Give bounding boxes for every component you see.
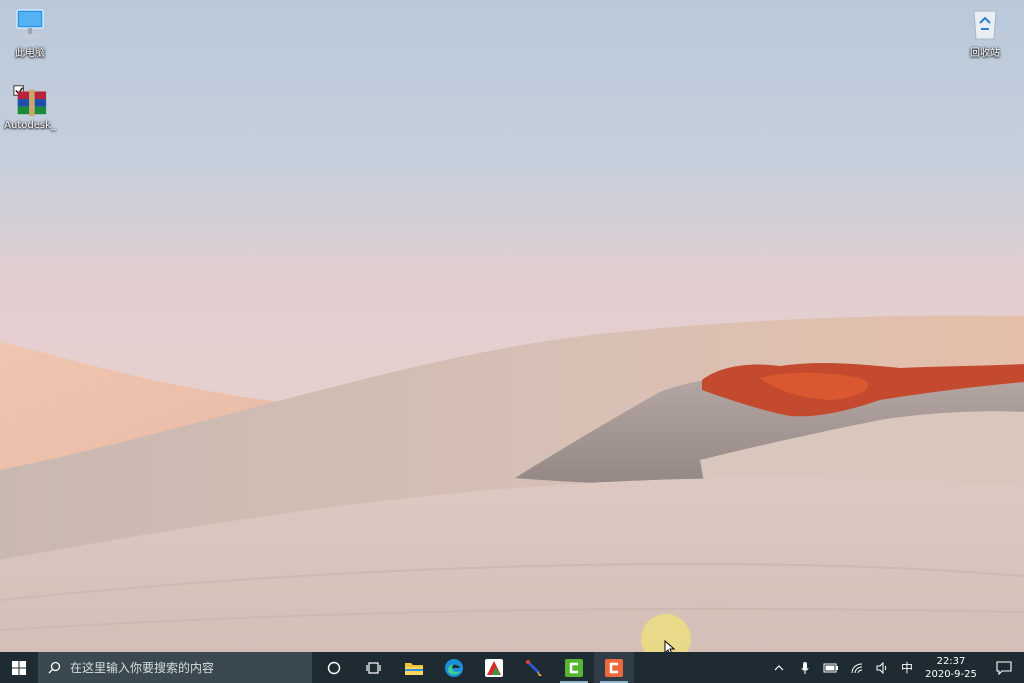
app-icon	[485, 658, 503, 677]
task-view-button[interactable]	[354, 652, 394, 683]
tray-microphone-button[interactable]	[792, 652, 818, 683]
edge-icon	[445, 658, 463, 677]
taskbar-app-camtasia-orange[interactable]	[594, 652, 634, 683]
task-view-icon	[366, 661, 381, 674]
clock-time: 22:37	[936, 655, 966, 667]
tray-network-button[interactable]	[844, 652, 870, 683]
desktop-icon-label: Autodesk_	[4, 120, 56, 131]
start-button[interactable]	[0, 652, 38, 683]
paint-brush-icon	[525, 659, 542, 676]
search-icon	[48, 661, 61, 674]
tray-volume-button[interactable]	[870, 652, 896, 683]
windows-logo-icon	[12, 660, 26, 675]
desktop-icon-this-pc[interactable]: 此电脑	[0, 6, 62, 59]
taskbar-app-camtasia-green[interactable]	[554, 652, 594, 683]
desktop-icon-label: 此电脑	[15, 48, 45, 59]
taskbar-clock[interactable]: 22:37 2020-9-25	[918, 652, 984, 683]
wifi-icon	[851, 663, 863, 673]
microphone-icon	[801, 661, 809, 674]
desktop-screen: 此电脑 Autodesk_ 回收站 在这里输入你要搜索的内容 中 22:37 2…	[0, 0, 1024, 683]
desktop-icon-recycle-bin[interactable]: 回收站	[953, 6, 1017, 59]
tray-battery-button[interactable]	[818, 652, 844, 683]
cortana-circle-icon	[327, 661, 341, 674]
computer-icon	[12, 6, 48, 42]
taskbar-app-red[interactable]	[474, 652, 514, 683]
clock-date: 2020-9-25	[925, 668, 977, 680]
system-tray: 中 22:37 2020-9-25	[766, 652, 1024, 683]
tray-overflow-button[interactable]	[766, 652, 792, 683]
folder-icon	[405, 662, 423, 675]
camtasia-orange-icon	[605, 658, 623, 677]
desktop-icon-autodesk[interactable]: Autodesk_	[0, 82, 62, 131]
winrar-archive-icon	[12, 82, 48, 118]
taskbar: 在这里输入你要搜索的内容 中 22:37 2020-9-25	[0, 652, 1024, 683]
search-placeholder: 在这里输入你要搜索的内容	[70, 661, 215, 675]
action-center-button[interactable]	[984, 652, 1024, 683]
recycle-bin-icon	[967, 6, 1003, 42]
battery-icon	[823, 663, 838, 672]
taskbar-app-brush[interactable]	[514, 652, 554, 683]
taskbar-search-input[interactable]: 在这里输入你要搜索的内容	[38, 652, 312, 683]
desktop-wallpaper	[0, 0, 1024, 652]
desktop-icon-label: 回收站	[970, 48, 1000, 59]
cortana-button[interactable]	[314, 652, 354, 683]
chevron-up-icon	[774, 664, 784, 670]
taskbar-app-file-explorer[interactable]	[394, 652, 434, 683]
notification-icon	[996, 660, 1012, 675]
speaker-icon	[876, 661, 887, 674]
taskbar-app-edge[interactable]	[434, 652, 474, 683]
camtasia-green-icon	[565, 658, 583, 677]
ime-indicator[interactable]: 中	[896, 652, 918, 683]
